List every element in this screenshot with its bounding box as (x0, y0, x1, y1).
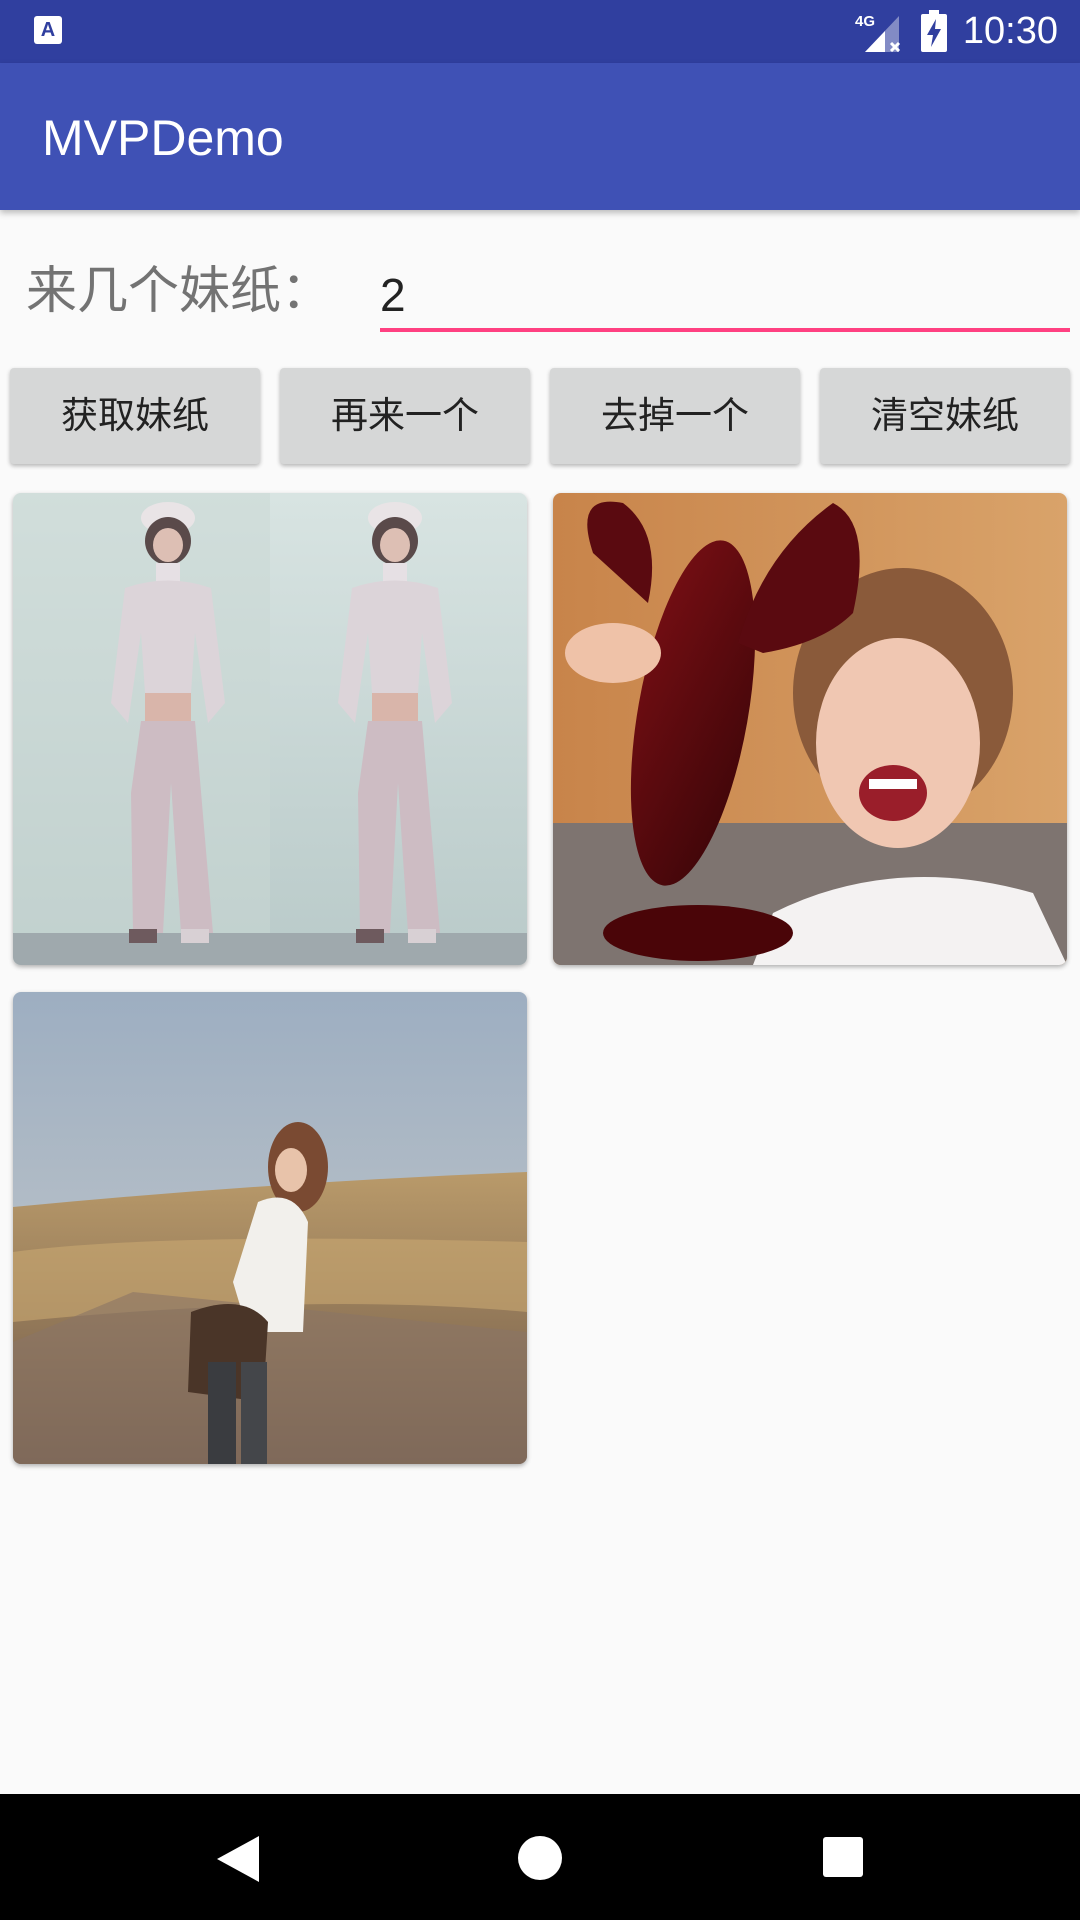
gallery-image-2[interactable] (553, 493, 1067, 965)
home-icon[interactable] (518, 1836, 562, 1880)
status-bar: A 4G 10:30 (0, 0, 1080, 63)
remove-one-button[interactable]: 去掉一个 (550, 368, 800, 464)
photo-woman-white-outfit (13, 493, 527, 965)
clear-button[interactable]: 清空妹纸 (820, 368, 1070, 464)
add-one-button[interactable]: 再来一个 (280, 368, 530, 464)
count-label: 来几个妹纸： (26, 262, 333, 321)
app-bar: MVPDemo (0, 63, 1080, 210)
status-time: 10:30 (962, 10, 1058, 52)
navigation-bar (0, 1794, 1080, 1920)
recents-icon[interactable] (823, 1837, 863, 1877)
app-notification-icon: A (34, 16, 62, 44)
photo-woman-field (13, 992, 527, 1464)
photo-woman-lobster-toy (553, 493, 1067, 965)
app-title: MVPDemo (42, 110, 284, 166)
count-input[interactable] (380, 262, 1070, 332)
back-icon[interactable] (217, 1836, 259, 1882)
network-type-label: 4G (855, 13, 875, 30)
signal-icon: 4G (855, 13, 901, 52)
fetch-button[interactable]: 获取妹纸 (10, 368, 260, 464)
gallery-image-3[interactable] (13, 992, 527, 1464)
gallery-image-1[interactable] (13, 493, 527, 965)
battery-charging-icon (921, 10, 947, 52)
